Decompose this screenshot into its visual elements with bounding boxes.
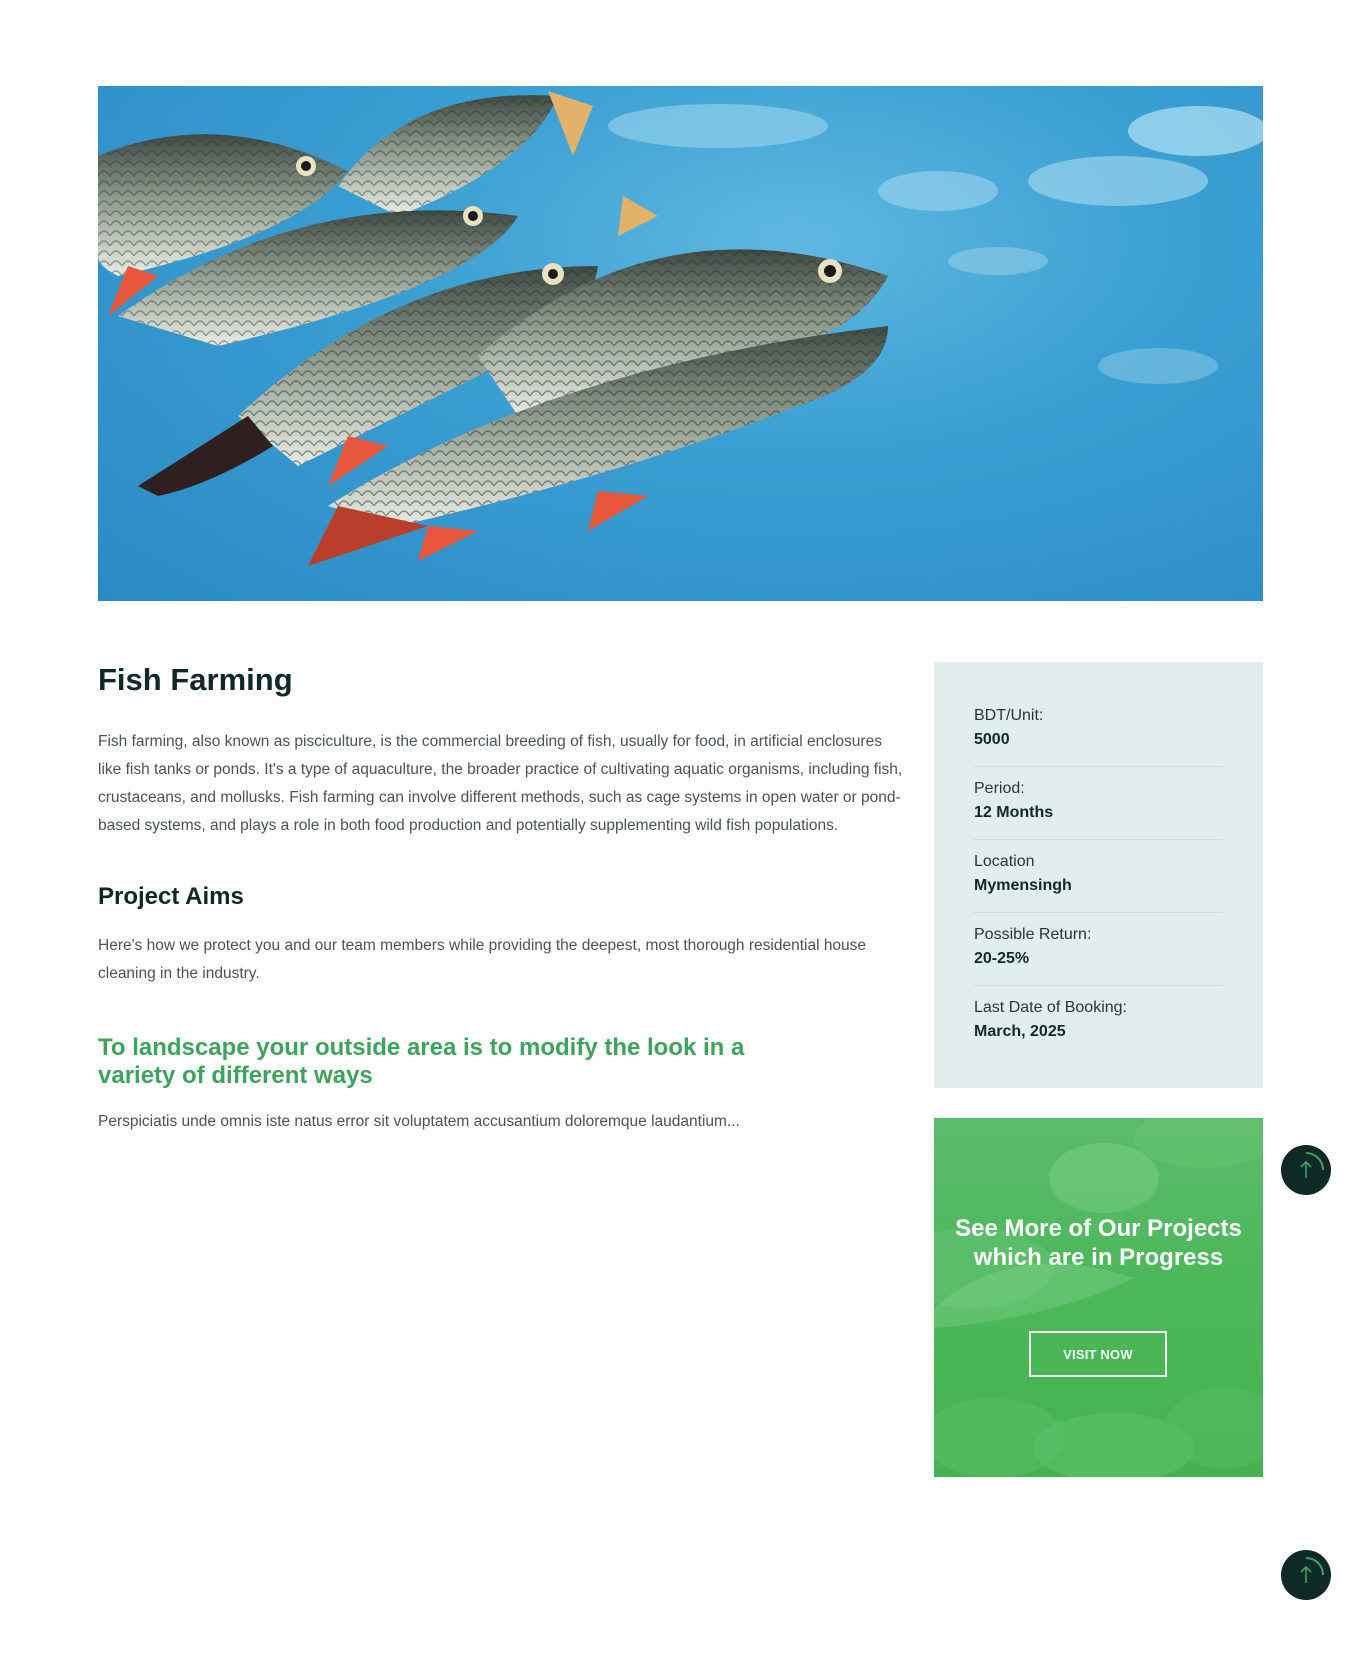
project-info-panel: BDT/Unit: 5000 Period: 12 Months Locatio… [934, 662, 1263, 1088]
promo-card: See More of Our Projects which are in Pr… [934, 1118, 1263, 1477]
info-value: 5000 [974, 731, 1010, 748]
hero-image [98, 86, 1263, 601]
arrow-up-icon [1300, 1152, 1324, 1178]
fish-illustration [98, 91, 1263, 566]
info-row-location: Location Mymensingh [974, 840, 1223, 913]
info-value: 12 Months [974, 804, 1054, 821]
page-title: Fish Farming [98, 662, 293, 697]
promo-title: See More of Our Projects which are in Pr… [955, 1215, 1242, 1271]
info-row-period: Period: 12 Months [974, 767, 1223, 840]
arrow-up-icon [1300, 1557, 1324, 1583]
info-value: Mymensingh [974, 877, 1072, 894]
project-details: Fish Farming Fish farming, also known as… [98, 662, 908, 1136]
leaves-background [934, 1118, 1263, 1477]
info-row-last-booking-date: Last Date of Booking: March, 2025 [974, 986, 1223, 1058]
info-value: March, 2025 [974, 1023, 1066, 1040]
info-label: Last Date of Booking: [974, 999, 1127, 1016]
info-label: BDT/Unit: [974, 707, 1044, 724]
scroll-to-top-button[interactable] [1281, 1550, 1331, 1600]
visit-now-button[interactable]: VISIT NOW [1029, 1331, 1167, 1377]
project-aims-heading: Project Aims [98, 883, 244, 910]
tail-paragraph: Perspiciatis unde omnis iste natus error… [98, 1113, 740, 1130]
info-row-bdt-unit: BDT/Unit: 5000 [974, 694, 1223, 767]
info-label: Location [974, 853, 1035, 870]
highlight-heading: To landscape your outside area is to mod… [98, 1034, 745, 1089]
intro-paragraph: Fish farming, also known as pisciculture… [98, 733, 903, 834]
info-label: Possible Return: [974, 926, 1092, 943]
info-value: 20-25% [974, 950, 1030, 967]
info-row-possible-return: Possible Return: 20-25% [974, 913, 1223, 986]
scroll-to-top-button[interactable] [1281, 1145, 1331, 1195]
project-aims-text: Here's how we protect you and our team m… [98, 937, 867, 982]
info-label: Period: [974, 780, 1025, 797]
